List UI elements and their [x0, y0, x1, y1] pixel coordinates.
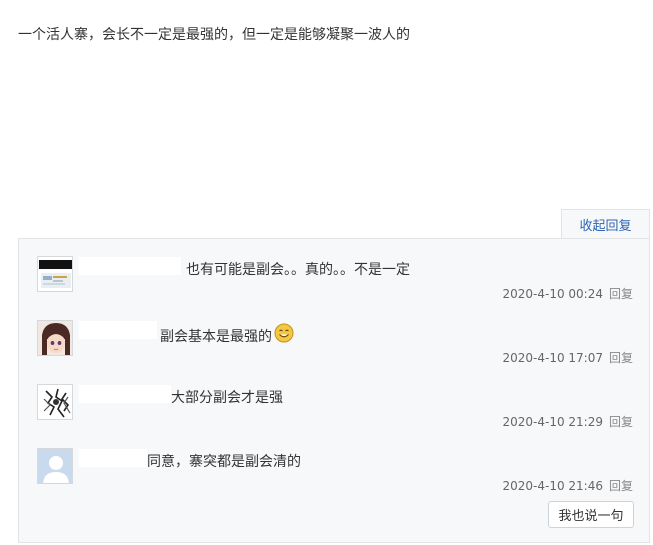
- reply-text: 也有可能是副会。。真的。。不是一定: [186, 262, 410, 278]
- collapse-replies-button[interactable]: 收起回复: [561, 209, 650, 239]
- username-mask[interactable]: [79, 257, 181, 275]
- reply-link[interactable]: 回复: [609, 351, 633, 365]
- reply-time: 2020-4-10 17:07: [502, 351, 603, 365]
- reply-link[interactable]: 回复: [609, 415, 633, 429]
- reply-item: 副会基本是最强的 2020-4-10 17:07 回复: [19, 303, 649, 366]
- reply-item: 也有可能是副会。。真的。。不是一定 2020-4-10 00:24 回复: [19, 239, 649, 302]
- reply-time: 2020-4-10 00:24: [502, 287, 603, 301]
- reply-text: 副会基本是最强的: [160, 323, 294, 347]
- reply-meta: 2020-4-10 21:29 回复: [502, 413, 633, 430]
- reply-text-content: 副会基本是最强的: [160, 329, 272, 345]
- reply-item: 同意，寨突都是副会清的 2020-4-10 21:46 回复: [19, 431, 649, 494]
- post-content: 一个活人寨，会长不一定是最强的，但一定是能够凝聚一波人的: [18, 27, 410, 43]
- reply-item: 大部分副会才是强 2020-4-10 21:29 回复: [19, 367, 649, 430]
- anime-girl-avatar[interactable]: [37, 320, 73, 356]
- reply-link[interactable]: 回复: [609, 287, 633, 301]
- reply-text: 大部分副会才是强: [171, 390, 283, 406]
- default-user-avatar[interactable]: [37, 448, 73, 484]
- reply-time: 2020-4-10 21:46: [502, 479, 603, 493]
- reply-panel: 也有可能是副会。。真的。。不是一定 2020-4-10 00:24 回复 副会基本…: [18, 238, 650, 543]
- reply-text: 同意，寨突都是副会清的: [147, 454, 301, 470]
- reply-meta: 2020-4-10 17:07 回复: [502, 349, 633, 366]
- reply-meta: 2020-4-10 21:46 回复: [502, 477, 633, 494]
- reply-meta: 2020-4-10 00:24 回复: [502, 285, 633, 302]
- username-mask[interactable]: [79, 449, 147, 467]
- sketch-avatar[interactable]: [37, 384, 73, 420]
- say-something-button[interactable]: 我也说一句: [548, 501, 634, 528]
- username-mask[interactable]: [79, 385, 171, 403]
- smile-emoji-icon: [274, 323, 294, 347]
- screenshot-avatar[interactable]: [37, 256, 73, 292]
- reply-link[interactable]: 回复: [609, 479, 633, 493]
- username-mask[interactable]: [79, 321, 157, 339]
- reply-time: 2020-4-10 21:29: [502, 415, 603, 429]
